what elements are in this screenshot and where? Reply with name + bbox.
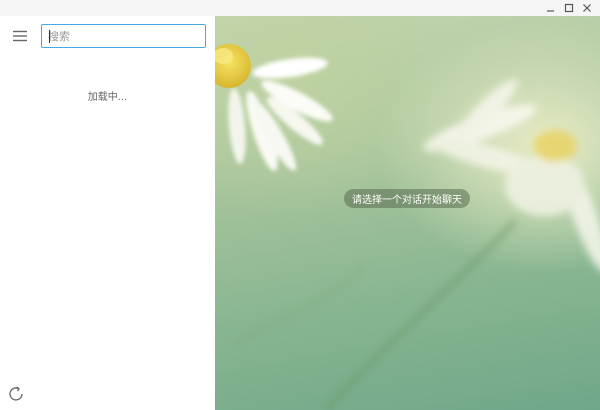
chat-area: 请选择一个对话开始聊天 [215, 16, 600, 410]
search-input[interactable] [42, 25, 205, 48]
daisy-wallpaper [215, 44, 600, 410]
maximize-button[interactable] [560, 0, 578, 16]
close-button[interactable] [578, 0, 596, 16]
text-cursor [49, 30, 50, 43]
window-controls [542, 0, 596, 16]
minimize-button[interactable] [542, 0, 560, 16]
sidebar: 加载中... [0, 16, 215, 410]
refresh-icon [9, 386, 23, 401]
title-bar [0, 0, 600, 16]
loading-status: 加载中... [87, 92, 128, 103]
maximize-icon [564, 3, 574, 13]
search-box[interactable] [41, 24, 206, 48]
minimize-icon [547, 10, 554, 12]
menu-button[interactable] [11, 28, 29, 44]
hamburger-menu-icon [13, 30, 27, 42]
empty-chat-hint: 请选择一个对话开始聊天 [344, 189, 470, 208]
close-icon [583, 4, 591, 12]
refresh-button[interactable] [6, 384, 26, 404]
